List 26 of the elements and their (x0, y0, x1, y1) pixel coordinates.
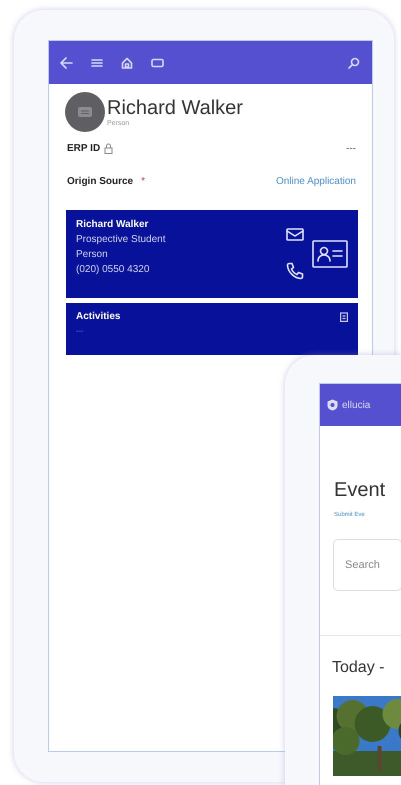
contact-detail: Person (76, 248, 109, 262)
brand-name: ellucia (342, 400, 370, 410)
contact-detail: Prospective Student (76, 233, 166, 247)
field-label: ERP ID (67, 143, 100, 154)
phone-icon[interactable] (286, 262, 304, 280)
menu-icon[interactable] (91, 58, 103, 68)
contact-name: Richard Walker (76, 218, 150, 232)
search-field[interactable]: Search (333, 539, 401, 591)
contact-card-icon[interactable] (312, 240, 348, 268)
contact-card[interactable]: Richard Walker Prospective Student Person (020) 0550 4320 (66, 210, 358, 298)
activities-title: Activities (76, 311, 120, 322)
field-label: Origin Source (67, 176, 134, 187)
record-name: Richard Walker (107, 97, 243, 119)
envelope-icon[interactable] (286, 228, 304, 241)
shield-logo-icon (327, 399, 338, 411)
avatar-icon (65, 92, 105, 132)
field-value: --- (346, 143, 356, 154)
page-title: Event (334, 478, 386, 502)
search-icon[interactable] (348, 56, 360, 68)
tablet-icon[interactable] (151, 58, 164, 68)
section-heading: Today - (332, 658, 386, 678)
contact-detail: (020) 0550 4320 (76, 263, 150, 277)
back-icon[interactable] (60, 56, 73, 68)
required-mark: * (141, 176, 146, 187)
home-icon[interactable] (121, 56, 133, 68)
clipboard-icon[interactable] (340, 312, 348, 322)
